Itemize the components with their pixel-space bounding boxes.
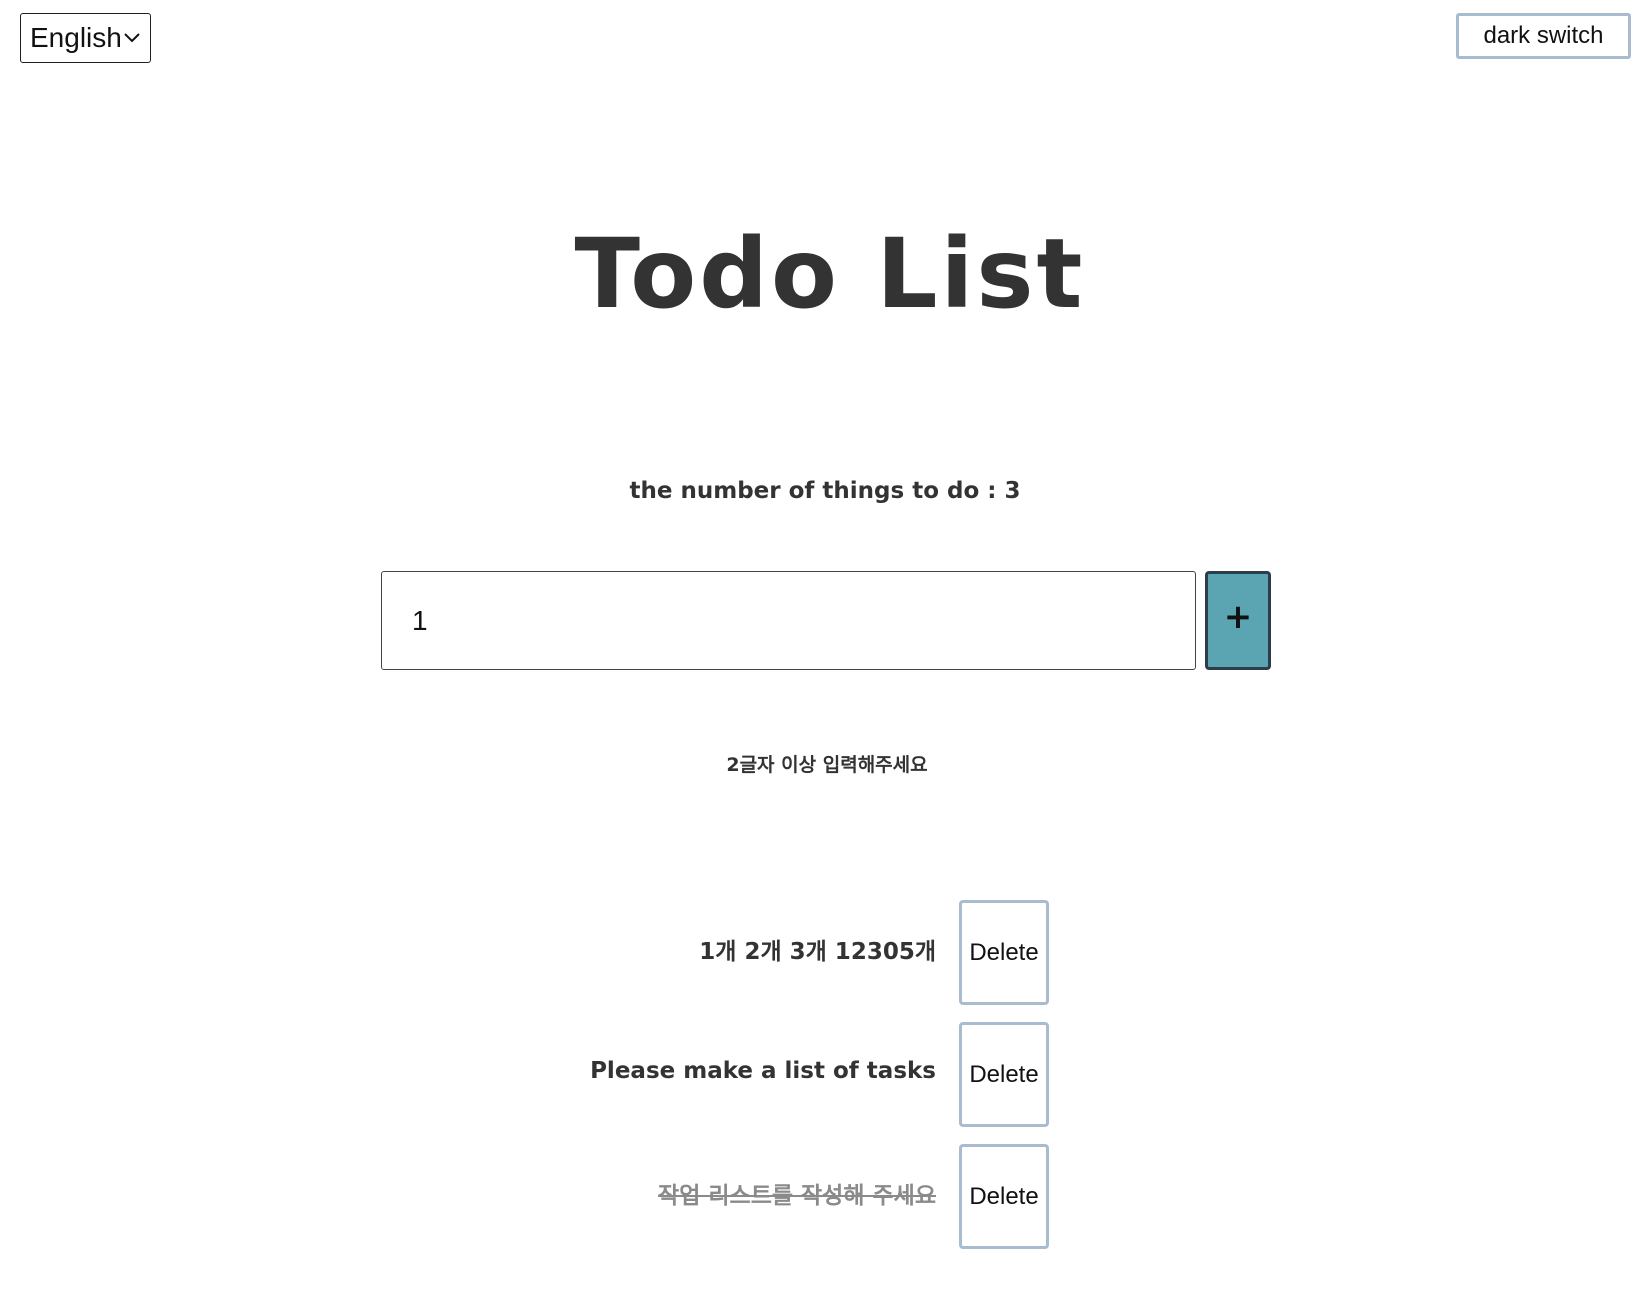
todo-item: 1개 2개 3개 12305개 Delete xyxy=(0,900,1644,1005)
todo-item-text[interactable]: 작업 리스트를 작성해 주세요 xyxy=(658,1144,936,1249)
dark-switch-button[interactable]: dark switch xyxy=(1456,13,1631,59)
page-title: Todo List xyxy=(574,218,1086,330)
todo-item-completed: 작업 리스트를 작성해 주세요 Delete xyxy=(0,1144,1644,1249)
delete-button[interactable]: Delete xyxy=(959,1144,1049,1249)
todo-app-page: English dark switch Todo List the number… xyxy=(0,0,1644,1294)
add-todo-button[interactable]: + xyxy=(1205,571,1271,670)
chevron-down-icon xyxy=(124,33,140,43)
language-select-value: English xyxy=(30,22,122,53)
todo-count-text: the number of things to do : 3 xyxy=(629,478,1021,504)
todo-item-text[interactable]: Please make a list of tasks xyxy=(590,1022,936,1127)
delete-button[interactable]: Delete xyxy=(959,1022,1049,1127)
todo-item-text[interactable]: 1개 2개 3개 12305개 xyxy=(699,900,936,1005)
language-select[interactable]: English xyxy=(20,13,151,63)
todo-input[interactable] xyxy=(381,571,1196,670)
delete-button[interactable]: Delete xyxy=(959,900,1049,1005)
todo-item: Please make a list of tasks Delete xyxy=(0,1022,1644,1127)
validation-message: 2글자 이상 입력해주세요 xyxy=(726,754,928,776)
